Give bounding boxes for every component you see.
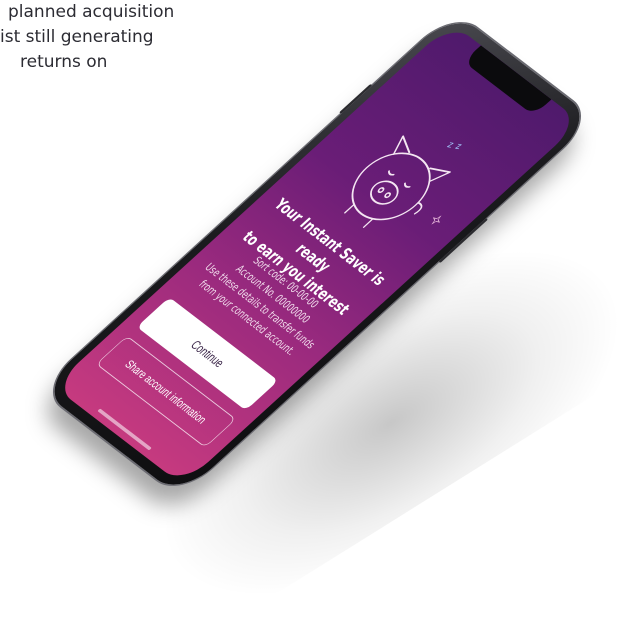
- sleep-zzz: z z: [445, 139, 465, 152]
- sparkle-icon: [431, 215, 442, 225]
- article-line-1: planned acquisition: [8, 2, 175, 22]
- article-line-2: ist still generating: [0, 27, 154, 47]
- article-line-3: returns on: [20, 52, 108, 72]
- phone-notch: [463, 45, 552, 116]
- home-indicator: [97, 408, 152, 451]
- background-article-text: planned acquisition ist still generating…: [0, 0, 174, 75]
